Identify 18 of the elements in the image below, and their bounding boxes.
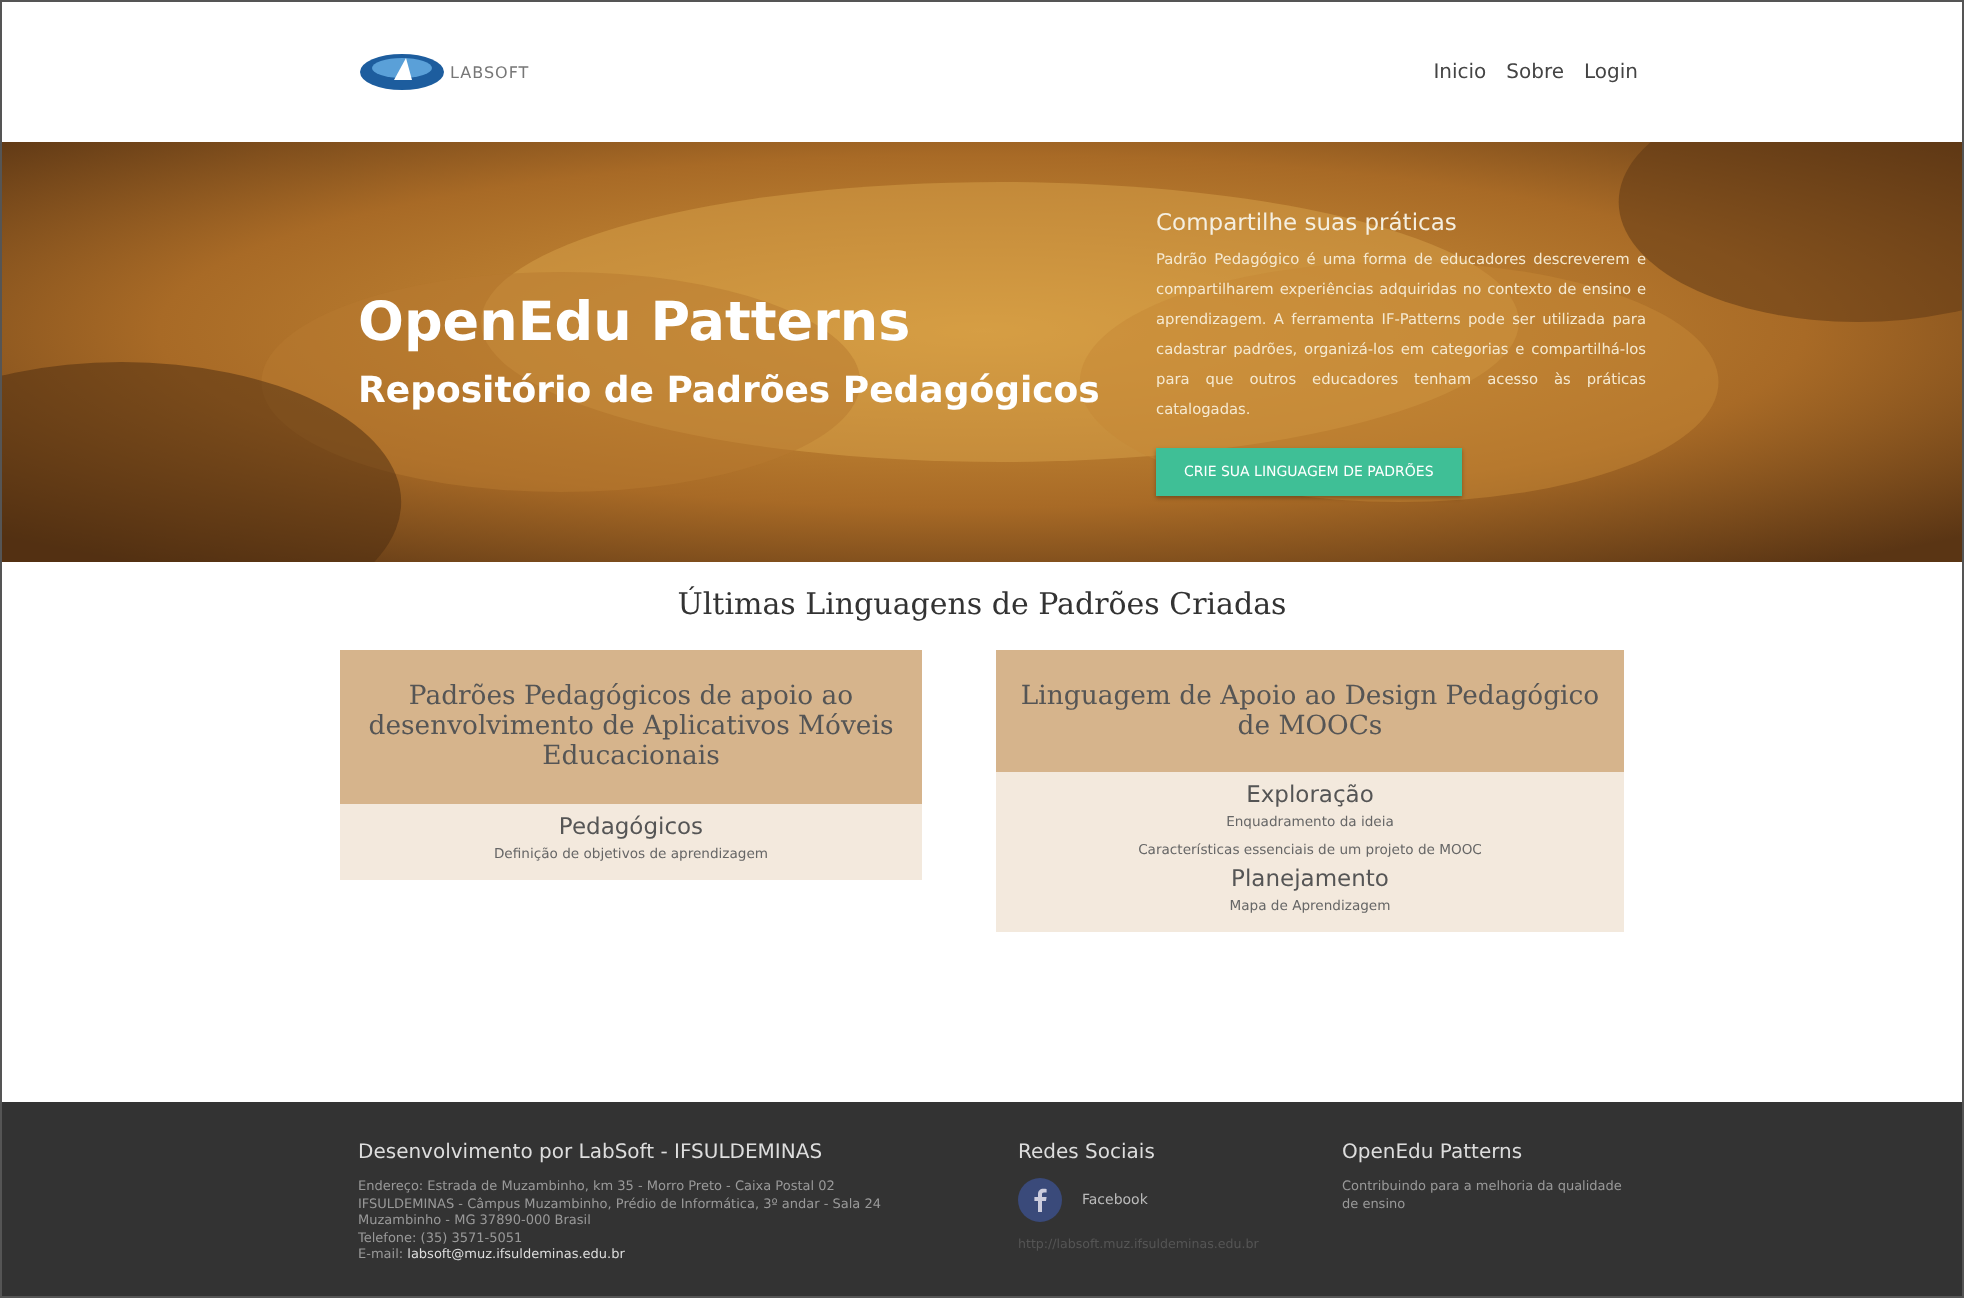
section-title: Últimas Linguagens de Padrões Criadas bbox=[677, 586, 1287, 622]
hero-subtitle: Repositório de Padrões Pedagógicos bbox=[358, 370, 1100, 412]
section-heading: Compartilhe suas práticas bbox=[1156, 208, 1459, 236]
nav-link[interactable]: Sobre bbox=[1506, 61, 1565, 83]
category-title[interactable]: Pedagógicos bbox=[558, 812, 704, 840]
category-title[interactable]: Planejamento bbox=[1231, 864, 1389, 892]
nav-link[interactable]: Login bbox=[1584, 61, 1638, 83]
footer-heading: Desenvolvimento por LabSoft - IFSULDEMINAS bbox=[358, 1142, 825, 1164]
hero-title: OpenEdu Patterns bbox=[358, 292, 913, 354]
facebook-icon[interactable] bbox=[1018, 1178, 1062, 1222]
category-title[interactable]: Exploração bbox=[1246, 780, 1374, 808]
footer-heading: Redes Sociais bbox=[1018, 1142, 1157, 1164]
card-title[interactable]: Padrões Pedagógicos de apoio ao desenvolvimento de Aplicativos Móveis Educacionais bbox=[340, 650, 922, 804]
logo-text: LABSOFT bbox=[450, 63, 530, 81]
nav-link[interactable]: Inicio bbox=[1433, 61, 1487, 83]
card-title[interactable]: Linguagem de Apoio ao Design Pedagógico de MOOCs bbox=[996, 650, 1624, 772]
footer-heading: OpenEdu Patterns bbox=[1342, 1142, 1525, 1164]
logo-icon bbox=[358, 52, 446, 92]
